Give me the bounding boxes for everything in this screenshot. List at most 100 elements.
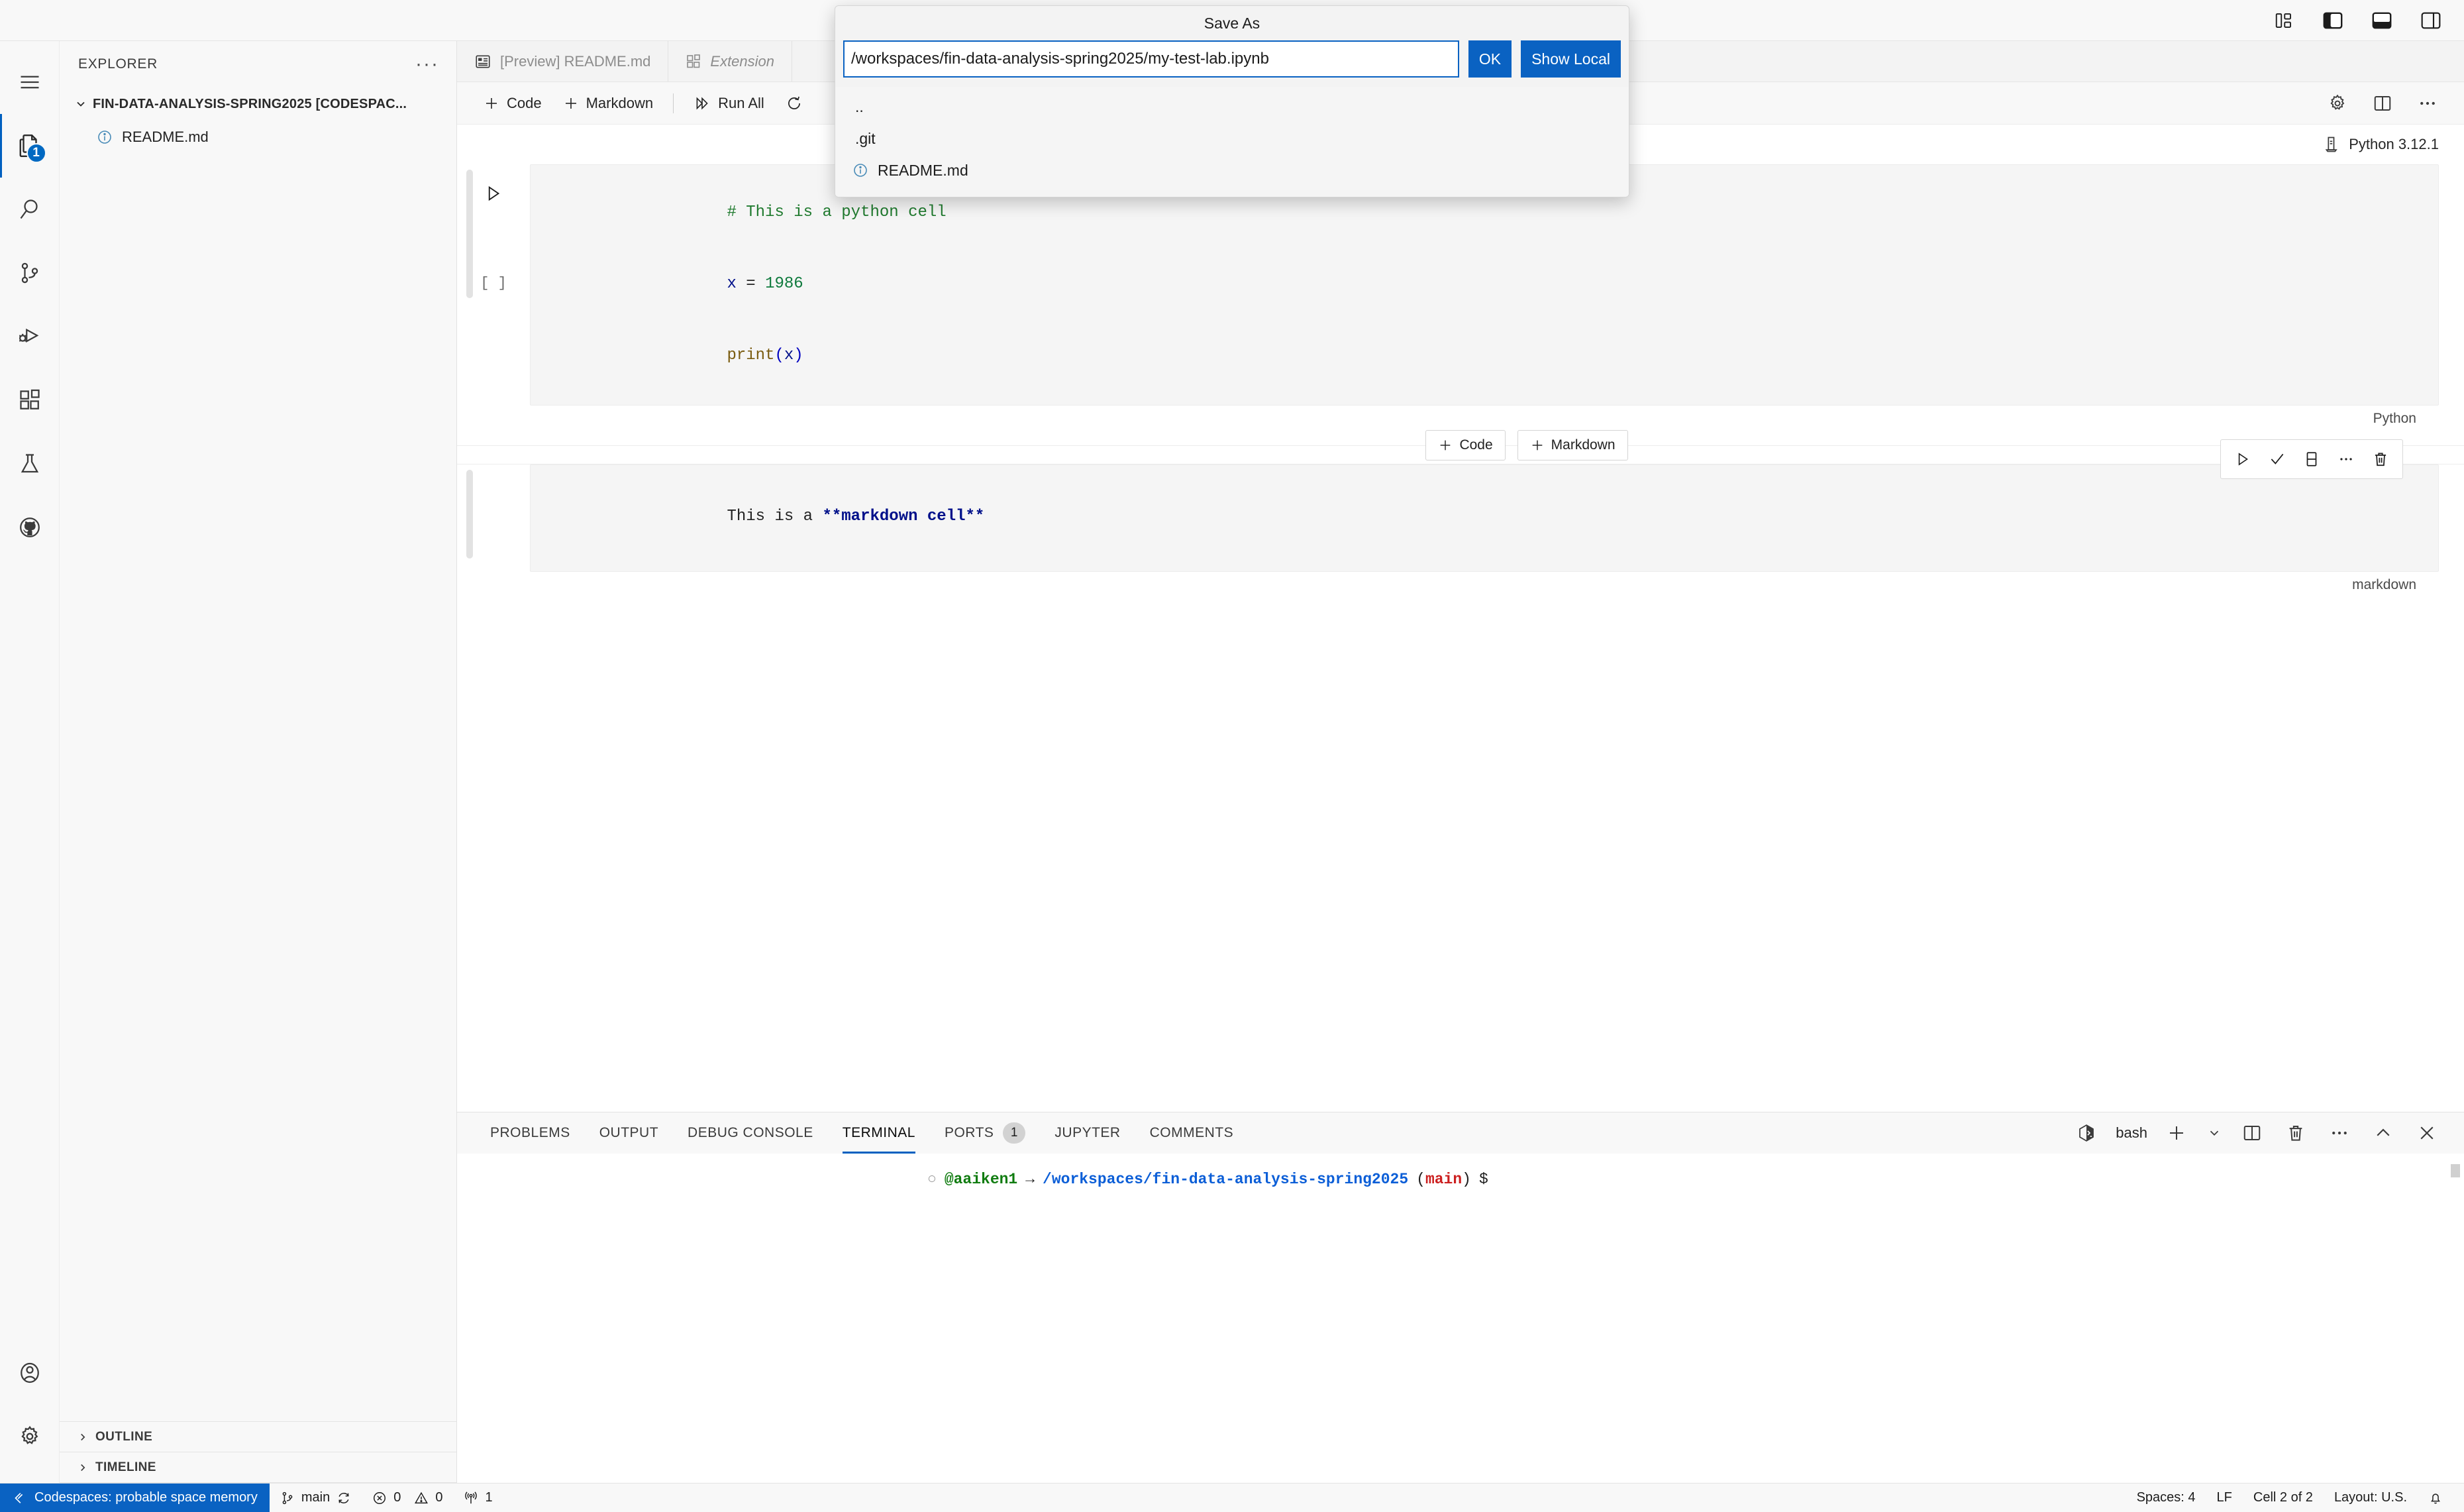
cell-execution-count: [ ] [480, 275, 507, 292]
save-as-list-item-readme[interactable]: README.md [835, 154, 1629, 186]
code-editor[interactable]: # This is a python cell x = 1986 print(x… [530, 164, 2439, 405]
more-actions-icon[interactable] [2414, 89, 2441, 117]
status-spaces[interactable]: Spaces: 4 [2126, 1484, 2206, 1512]
notebook-cell-markdown[interactable]: This is a **markdown cell** markdown [457, 439, 2464, 593]
save-as-list-item-parent[interactable]: .. [835, 91, 1629, 123]
layout-controls [2271, 7, 2444, 34]
cell-language-label[interactable]: Python [530, 405, 2439, 427]
cell-selection-bar [466, 170, 473, 298]
activity-item-source-control[interactable] [0, 241, 60, 305]
sidebar-title: EXPLORER [78, 56, 158, 72]
activity-item-explorer[interactable]: 1 [0, 114, 60, 178]
notebook-cell-code[interactable]: [ ] # This is a python cell x = 1986 pri… [457, 164, 2464, 427]
save-as-show-local-button[interactable]: Show Local [1521, 40, 1621, 78]
status-layout[interactable]: Layout: U.S. [2324, 1484, 2418, 1512]
toggle-panel-icon[interactable] [2369, 7, 2395, 34]
code-token: print [727, 347, 775, 364]
cell-body: # This is a python cell x = 1986 print(x… [530, 164, 2439, 427]
terminal-bash-icon[interactable] [2072, 1118, 2101, 1148]
cell-language-label[interactable]: markdown [530, 572, 2439, 593]
more-actions-icon[interactable] [2331, 444, 2361, 474]
restart-kernel-button[interactable] [775, 87, 813, 119]
more-actions-icon[interactable] [2325, 1118, 2354, 1148]
account-icon [18, 1361, 42, 1385]
markdown-editor[interactable]: This is a **markdown cell** [530, 464, 2439, 572]
panel-tab-problems[interactable]: PROBLEMS [476, 1112, 585, 1154]
activity-bar: 1 [0, 41, 60, 1483]
add-code-cell-label: Code [507, 94, 542, 111]
panel-tab-label: COMMENTS [1149, 1125, 1234, 1140]
status-remote-label: Codespaces: probable space memory [34, 1490, 258, 1505]
info-file-icon [852, 162, 868, 178]
new-terminal-icon[interactable] [2162, 1118, 2191, 1148]
maximize-panel-icon[interactable] [2369, 1118, 2398, 1148]
activity-item-github[interactable] [0, 496, 60, 559]
add-markdown-cell-button[interactable]: Markdown [552, 87, 664, 119]
radio-tower-icon [464, 1491, 478, 1505]
terminal-prompt-symbol: $ [1478, 1171, 1488, 1188]
status-problems[interactable]: 0 0 [362, 1484, 453, 1512]
terminal-scrollbar[interactable] [2451, 1164, 2460, 1177]
status-ports[interactable]: 1 [453, 1484, 503, 1512]
save-as-item-label: README.md [878, 161, 968, 179]
explorer-root-folder[interactable]: FIN-DATA-ANALYSIS-SPRING2025 [CODESPAC..… [60, 87, 456, 121]
split-terminal-icon[interactable] [2237, 1118, 2267, 1148]
status-cell-position[interactable]: Cell 2 of 2 [2243, 1484, 2324, 1512]
run-cell-icon[interactable] [479, 179, 508, 208]
toggle-secondary-sidebar-icon[interactable] [2418, 7, 2444, 34]
panel-tab-output[interactable]: OUTPUT [585, 1112, 673, 1154]
plus-icon [563, 95, 579, 111]
explorer-file-readme[interactable]: README.md [60, 121, 456, 154]
sidebar-more-actions-icon[interactable]: ··· [415, 54, 439, 74]
toggle-primary-sidebar-icon[interactable] [2320, 7, 2346, 34]
split-editor-icon[interactable] [2369, 89, 2396, 117]
panel-tab-jupyter[interactable]: JUPYTER [1040, 1112, 1135, 1154]
delete-icon[interactable] [2365, 444, 2396, 474]
save-as-ok-button[interactable]: OK [1468, 40, 1512, 78]
panel-tab-debug-console[interactable]: DEBUG CONSOLE [673, 1112, 828, 1154]
panel-tab-terminal[interactable]: TERMINAL [828, 1112, 930, 1154]
status-eol[interactable]: LF [2206, 1484, 2243, 1512]
insert-markdown-cell-button[interactable]: Markdown [1517, 430, 1628, 460]
chevron-down-icon[interactable] [2206, 1118, 2223, 1148]
activity-item-accounts[interactable] [0, 1341, 60, 1405]
check-icon[interactable] [2262, 444, 2292, 474]
sidebar-section-outline[interactable]: OUTLINE [60, 1422, 456, 1452]
terminal-view[interactable]: ○ @aaiken1 → /workspaces/fin-data-analysis-… [457, 1154, 2464, 1483]
panel-tab-comments[interactable]: COMMENTS [1135, 1112, 1249, 1154]
status-remote-indicator[interactable]: Codespaces: probable space memory [0, 1483, 270, 1512]
save-as-list-item-git[interactable]: .git [835, 123, 1629, 154]
panel-tab-ports[interactable]: PORTS 1 [930, 1112, 1040, 1154]
save-as-path-input[interactable] [843, 40, 1459, 78]
activity-item-search[interactable] [0, 178, 60, 241]
activity-item-manage[interactable] [0, 1405, 60, 1468]
warning-icon [414, 1491, 429, 1505]
status-notifications[interactable] [2418, 1484, 2453, 1512]
activity-item-menu[interactable] [0, 50, 60, 114]
code-token: # This is a python cell [727, 203, 947, 221]
add-code-cell-button[interactable]: Code [473, 87, 552, 119]
kill-terminal-icon[interactable] [2281, 1118, 2310, 1148]
activity-item-testing[interactable] [0, 432, 60, 496]
kernel-label[interactable]: Python 3.12.1 [2349, 136, 2439, 153]
remote-icon [12, 1491, 26, 1505]
run-all-icon [693, 95, 711, 112]
tab-extensions[interactable]: Extension [668, 41, 793, 81]
extensions-icon [18, 388, 42, 412]
run-cell-icon[interactable] [2228, 444, 2258, 474]
split-cell-icon[interactable] [2296, 444, 2327, 474]
activity-item-extensions[interactable] [0, 368, 60, 432]
activity-item-run-debug[interactable] [0, 305, 60, 368]
close-panel-icon[interactable] [2412, 1118, 2441, 1148]
sidebar-section-timeline[interactable]: TIMELINE [60, 1452, 456, 1483]
status-branch[interactable]: main [270, 1484, 362, 1512]
gear-icon[interactable] [2324, 89, 2351, 117]
customize-layout-icon[interactable] [2271, 7, 2297, 34]
run-all-button[interactable]: Run All [683, 87, 775, 119]
tab-readme-preview[interactable]: [Preview] README.md [457, 41, 669, 81]
plus-icon [1438, 438, 1453, 453]
insert-code-cell-button[interactable]: Code [1425, 430, 1506, 460]
editor-area: [Preview] README.md Extension Code Markd… [457, 41, 2464, 1483]
plus-icon [484, 95, 499, 111]
terminal-shell-label[interactable]: bash [2116, 1124, 2147, 1142]
